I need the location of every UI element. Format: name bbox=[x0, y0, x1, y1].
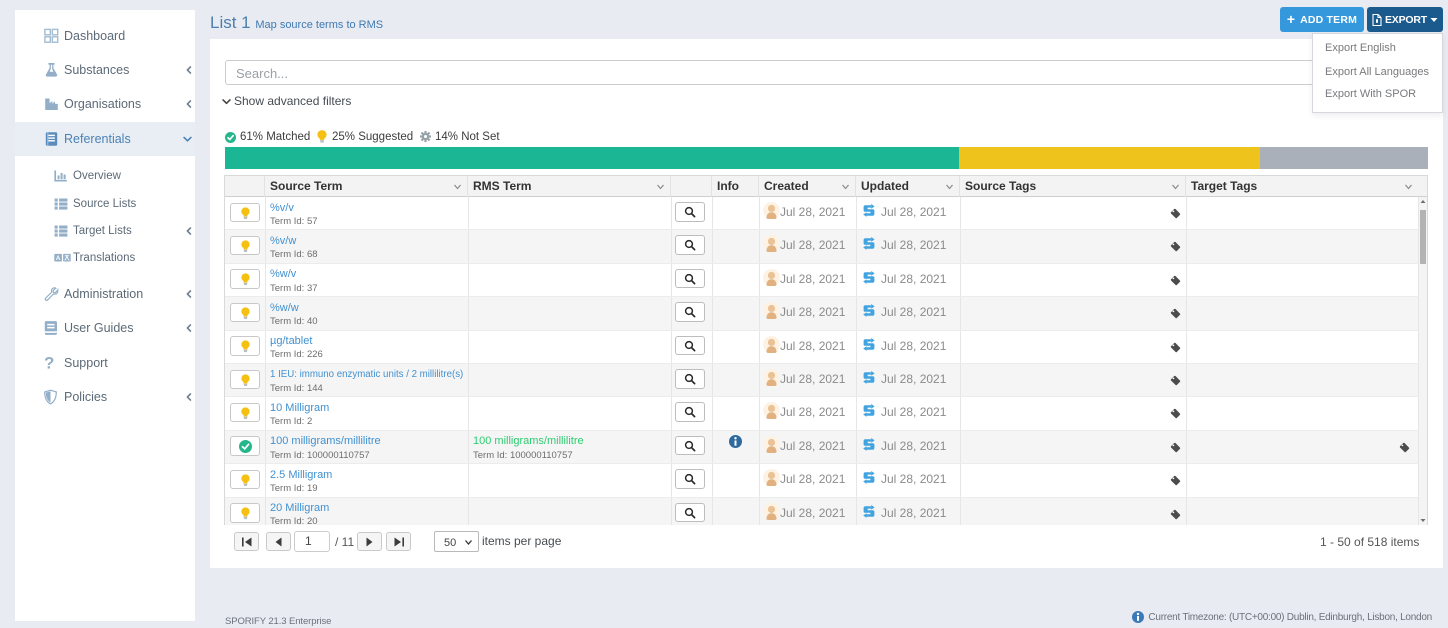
svg-text:A: A bbox=[56, 255, 61, 262]
